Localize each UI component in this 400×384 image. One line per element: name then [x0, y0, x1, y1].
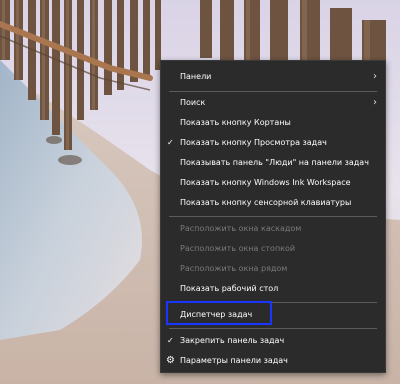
menu-item-show-windows-ink-button[interactable]: Показать кнопку Windows Ink Workspace	[161, 173, 385, 193]
menu-item-lock-taskbar[interactable]: ✓ Закрепить панель задач	[161, 331, 385, 351]
menu-item-panels[interactable]: Панели ›	[161, 67, 385, 87]
menu-item-show-people-bar[interactable]: Показывать панель "Люди" на панели задач	[161, 153, 385, 173]
menu-item-show-desktop[interactable]: Показать рабочий стол	[161, 279, 385, 299]
menu-item-label: Расположить окна каскадом	[180, 224, 302, 233]
menu-item-label: Закрепить панель задач	[180, 336, 285, 345]
menu-item-label: Показать рабочий стол	[180, 284, 279, 293]
checkmark-icon: ✓	[167, 336, 174, 345]
task-manager-highlight-box	[166, 301, 272, 325]
menu-item-search[interactable]: Поиск ›	[161, 93, 385, 113]
menu-item-label: Показать кнопку сенсорной клавиатуры	[180, 198, 352, 207]
menu-separator	[169, 328, 377, 329]
chevron-right-icon: ›	[373, 97, 377, 108]
taskbar-context-menu: Панели › Поиск › Показать кнопку Кортаны…	[160, 60, 386, 373]
menu-item-show-touch-keyboard-button[interactable]: Показать кнопку сенсорной клавиатуры	[161, 193, 385, 213]
menu-item-label: Показать кнопку Windows Ink Workspace	[180, 178, 351, 187]
menu-item-label: Показывать панель "Люди" на панели задач	[180, 158, 369, 167]
gear-icon: ⚙	[166, 355, 175, 366]
menu-item-label: Панели	[180, 72, 212, 81]
menu-item-show-cortana-button[interactable]: Показать кнопку Кортаны	[161, 113, 385, 133]
menu-item-label: Показать кнопку Кортаны	[180, 118, 291, 127]
menu-item-show-task-view-button[interactable]: ✓ Показать кнопку Просмотра задач	[161, 133, 385, 153]
menu-item-cascade-windows: Расположить окна каскадом	[161, 219, 385, 239]
menu-item-label: Расположить окна рядом	[180, 264, 288, 273]
checkmark-icon: ✓	[167, 138, 174, 147]
menu-item-taskbar-settings[interactable]: ⚙ Параметры панели задач	[161, 351, 385, 371]
menu-separator	[169, 91, 377, 92]
menu-item-label: Поиск	[180, 98, 206, 107]
menu-item-label: Показать кнопку Просмотра задач	[180, 138, 327, 147]
menu-item-label: Расположить окна стопкой	[180, 244, 296, 253]
menu-separator	[169, 216, 377, 217]
menu-item-label: Параметры панели задач	[180, 356, 288, 365]
chevron-right-icon: ›	[373, 71, 377, 82]
menu-item-stack-windows: Расположить окна стопкой	[161, 239, 385, 259]
menu-item-side-by-side-windows: Расположить окна рядом	[161, 259, 385, 279]
